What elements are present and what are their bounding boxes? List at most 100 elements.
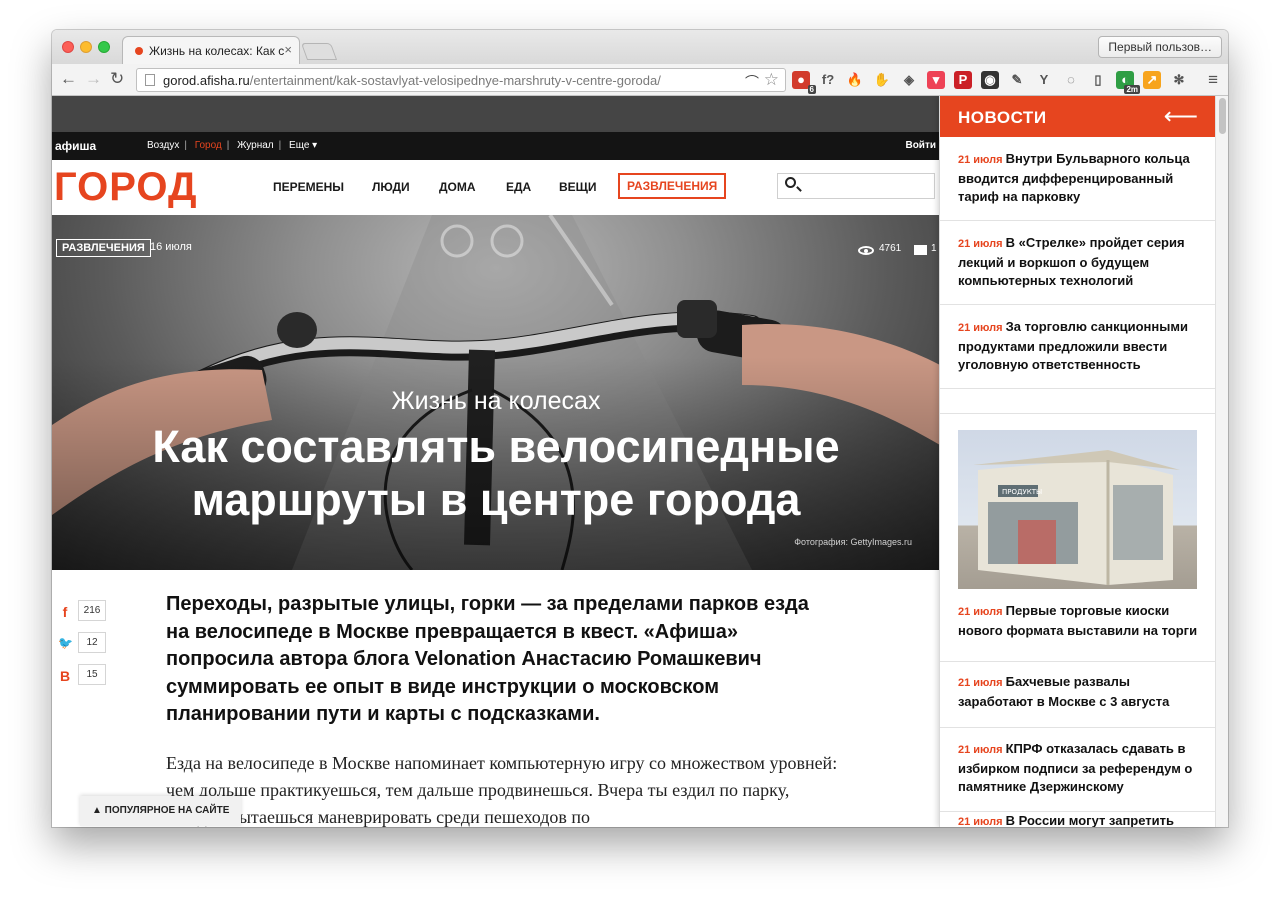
vk-icon[interactable]: В [58,668,72,684]
shield-icon[interactable]: ◈ [900,71,918,89]
chart-icon[interactable]: ↗ [1143,71,1161,89]
news-item-text: 21 июля В России могут запретить [958,812,1202,827]
nav-separator: | [278,140,282,151]
reload-button[interactable]: ↻ [110,70,124,88]
nav-peremeny[interactable]: ПЕРЕМЕНЫ [273,180,344,194]
news-date: 21 июля [958,322,1003,334]
back-button[interactable]: ← [60,70,77,88]
news-item[interactable]: 21 июля В «Стрелке» пройдет серия лекций … [940,221,1216,305]
nav-gorod[interactable]: Город [195,140,222,151]
category-badge[interactable]: РАЗВЛЕЧЕНИЯ [56,239,151,257]
svg-text:ПРОДУКТЫ: ПРОДУКТЫ [1002,488,1042,496]
news-date: 21 июля [958,816,1003,827]
facebook-icon[interactable]: f [58,604,72,620]
camera-icon[interactable]: ◉ [981,71,999,89]
comment-icon[interactable] [914,245,927,255]
nav-zhurnal[interactable]: Журнал [237,140,274,151]
news-item-text: 21 июля Бахчевые развалы заработают в Мос… [958,673,1202,711]
popular-toggle-button[interactable]: ▲ ПОПУЛЯРНОЕ НА САЙТЕ [80,796,242,826]
news-item-text: 21 июля КПРФ отказалась сдавать в избирко… [958,740,1202,797]
book-icon[interactable]: ▯ [1089,71,1107,89]
article-body: Езда на велосипеде в Москве напоминает к… [166,753,838,827]
y-icon[interactable]: Y [1035,71,1053,89]
forward-button[interactable]: → [85,70,102,88]
mustache-icon[interactable]: ⌒ [745,72,759,92]
nav-veshchi[interactable]: ВЕЩИ [559,180,597,194]
pinterest-icon[interactable]: P [954,71,972,89]
nav-vozdukh[interactable]: Воздух [147,140,179,151]
dropper-icon[interactable]: ✎ [1008,71,1026,89]
adblock-icon[interactable]: ● 6 [792,71,816,94]
timer-icon[interactable]: ◐ 2m [1116,71,1140,94]
chrome-menu-icon[interactable]: ≡ [1208,70,1218,90]
share-count: 15 [78,664,106,685]
url-text[interactable]: gorod.afisha.ru/entertainment/kak-sostav… [163,73,661,88]
nav-eshche[interactable]: Еще ▾ [289,140,317,151]
nav-razvlecheniya[interactable]: РАЗВЛЕЧЕНИЯ [618,173,727,199]
news-item[interactable]: 21 июля Внутри Бульварного кольца вводитс… [940,137,1216,221]
news-headline[interactable]: В России могут запретить [1006,813,1174,827]
nav-separator: | [184,140,187,151]
share-twitter[interactable]: 🐦 12 [58,632,118,656]
browser-window: Жизнь на колесах: Как со × Первый пользо… [52,30,1228,827]
publish-date: 16 июля [150,241,192,253]
evernote-icon[interactable]: ✋ [873,71,891,89]
share-count: 216 [78,600,106,621]
close-news-arrow-icon[interactable]: ⟵ [1164,102,1198,131]
news-date: 21 июля [958,154,1003,166]
tab-close-icon[interactable]: × [284,42,292,57]
profile-button[interactable]: Первый пользов… [1098,36,1222,58]
news-date: 21 июля [958,238,1003,250]
refresh-ext-icon[interactable]: ◌ [1062,71,1080,89]
news-item-text: 21 июля Первые торговые киоски нового фор… [958,602,1202,640]
bookmark-star-icon[interactable]: ☆ [764,70,779,90]
nav-eda[interactable]: ЕДА [506,180,531,194]
news-sidebar: НОВОСТИ ⟵ 21 июля Внутри Бульварного коль… [939,96,1216,827]
article-title-line2: маршруты в центре города [191,474,801,525]
fire-icon[interactable]: 🔥 [846,71,864,89]
news-date: 21 июля [958,606,1003,618]
scrollbar[interactable] [1215,96,1228,827]
gorod-logo[interactable]: ГОРОД [54,165,198,209]
comment-count[interactable]: 1 [931,243,937,254]
views-count: 4761 [879,243,902,254]
paw-icon[interactable]: ✻ [1170,71,1188,89]
search-icon[interactable] [785,177,796,188]
news-item[interactable]: 21 июля Первые торговые киоски нового фор… [940,596,1216,662]
share-vk[interactable]: В 15 [58,664,118,688]
font-icon[interactable]: f? [819,71,837,89]
news-date: 21 июля [958,677,1003,689]
news-date: 21 июля [958,744,1003,756]
tab-title: Жизнь на колесах: Как со [149,44,284,58]
login-link[interactable]: Войти [905,140,936,151]
pocket-icon[interactable]: ▾ [927,71,945,89]
search-input[interactable] [777,173,935,199]
news-item-text: 21 июля В «Стрелке» пройдет серия лекций … [958,234,1202,291]
minimize-window-button[interactable] [80,41,92,53]
tab-active[interactable]: Жизнь на колесах: Как со × [122,36,300,64]
news-photo-kiosk[interactable]: ПРОДУКТЫ [958,430,1197,589]
news-item[interactable]: 21 июля За торговлю санкционными продукта… [940,305,1216,389]
close-window-button[interactable] [62,41,74,53]
share-count: 12 [78,632,106,653]
zoom-window-button[interactable] [98,41,110,53]
news-item[interactable]: 21 июля Бахчевые развалы заработают в Мос… [940,662,1216,728]
nav-doma[interactable]: ДОМА [439,180,476,194]
news-item[interactable]: 21 июля КПРФ отказалась сдавать в избирко… [940,728,1216,812]
address-bar[interactable]: gorod.afisha.ru/entertainment/kak-sostav… [136,68,786,92]
site-header: ГОРОД ПЕРЕМЕНЫ ЛЮДИ ДОМА ЕДА ВЕЩИ РАЗВЛЕ… [52,160,940,215]
nav-lyudi[interactable]: ЛЮДИ [372,180,410,194]
browser-toolbar: ← → ↻ gorod.afisha.ru/entertainment/kak-… [52,64,1228,96]
news-item[interactable]: 21 июля В России могут запретить [940,812,1216,827]
kiosk-illustration: ПРОДУКТЫ [973,450,1180,585]
twitter-icon[interactable]: 🐦 [58,636,73,650]
scrollbar-thumb[interactable] [1219,98,1226,134]
new-tab-button[interactable] [300,43,338,60]
divider [940,413,1216,414]
afisha-logo[interactable]: афиша [55,139,96,153]
share-facebook[interactable]: f 216 [58,600,118,624]
news-item-text: 21 июля Внутри Бульварного кольца вводитс… [958,150,1202,207]
article-title: Как составлять велосипедные маршруты в ц… [52,420,940,526]
afisha-nav: Воздух | Город | Журнал | Еще ▾ [147,140,322,151]
nav-separator: | [226,140,230,151]
